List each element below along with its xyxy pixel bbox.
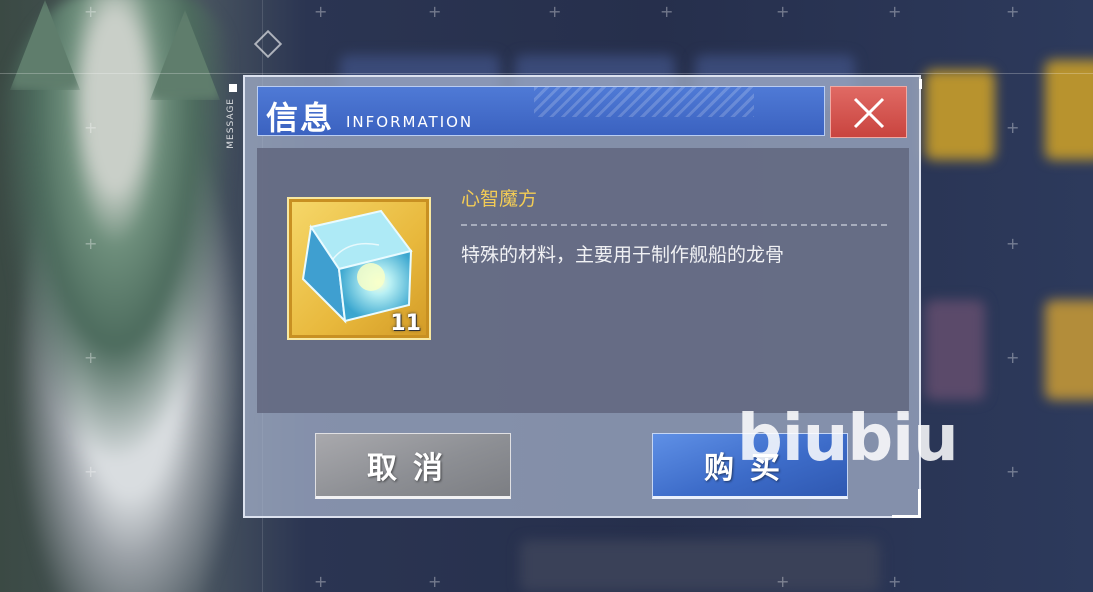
grid-plus: + xyxy=(1006,2,1020,21)
dialog-subtitle: INFORMATION xyxy=(346,113,474,131)
item-info-panel: 11 心智魔方 特殊的材料，主要用于制作舰船的龙骨 xyxy=(257,148,909,413)
item-description: 特殊的材料，主要用于制作舰船的龙骨 xyxy=(461,244,785,266)
watermark: biubiu xyxy=(737,402,959,476)
corner-decoration xyxy=(892,489,921,518)
grid-plus: + xyxy=(84,2,98,21)
grid-plus: + xyxy=(1006,118,1020,137)
message-side-tab: MESSAGE xyxy=(226,80,240,170)
dialog-title-bar: 信息 INFORMATION xyxy=(257,86,825,136)
item-name: 心智魔方 xyxy=(461,188,538,210)
grid-plus: + xyxy=(1006,348,1020,367)
dialog-title: 信息 xyxy=(266,99,335,136)
grid-plus: + xyxy=(1006,462,1020,481)
item-count: 11 xyxy=(390,311,421,336)
grid-plus: + xyxy=(314,2,328,21)
grid-plus: + xyxy=(1006,234,1020,253)
square-icon xyxy=(229,84,237,92)
grid-plus: + xyxy=(84,118,98,137)
grid-plus: + xyxy=(84,462,98,481)
corner-decoration xyxy=(919,79,922,89)
message-side-label: MESSAGE xyxy=(226,98,236,149)
blurred-tile xyxy=(925,70,995,160)
grid-plus: + xyxy=(888,2,902,21)
blurred-tile xyxy=(1045,60,1093,160)
blurred-tile xyxy=(1045,300,1093,400)
grid-plus: + xyxy=(314,572,328,591)
grid-plus: + xyxy=(428,572,442,591)
grid-plus: + xyxy=(84,348,98,367)
close-button[interactable] xyxy=(830,86,907,138)
grid-plus: + xyxy=(428,2,442,21)
divider xyxy=(461,224,887,226)
blurred-tile xyxy=(520,540,880,592)
cancel-button[interactable]: 取消 xyxy=(315,433,511,499)
grid-plus: + xyxy=(776,572,790,591)
grid-plus: + xyxy=(776,2,790,21)
grid-plus: + xyxy=(548,2,562,21)
item-slot: 11 xyxy=(287,197,431,340)
grid-plus: + xyxy=(84,234,98,253)
grid-line xyxy=(0,73,1093,74)
close-icon xyxy=(853,97,885,129)
grid-plus: + xyxy=(888,572,902,591)
blurred-tile xyxy=(925,300,985,400)
grid-plus: + xyxy=(660,2,674,21)
